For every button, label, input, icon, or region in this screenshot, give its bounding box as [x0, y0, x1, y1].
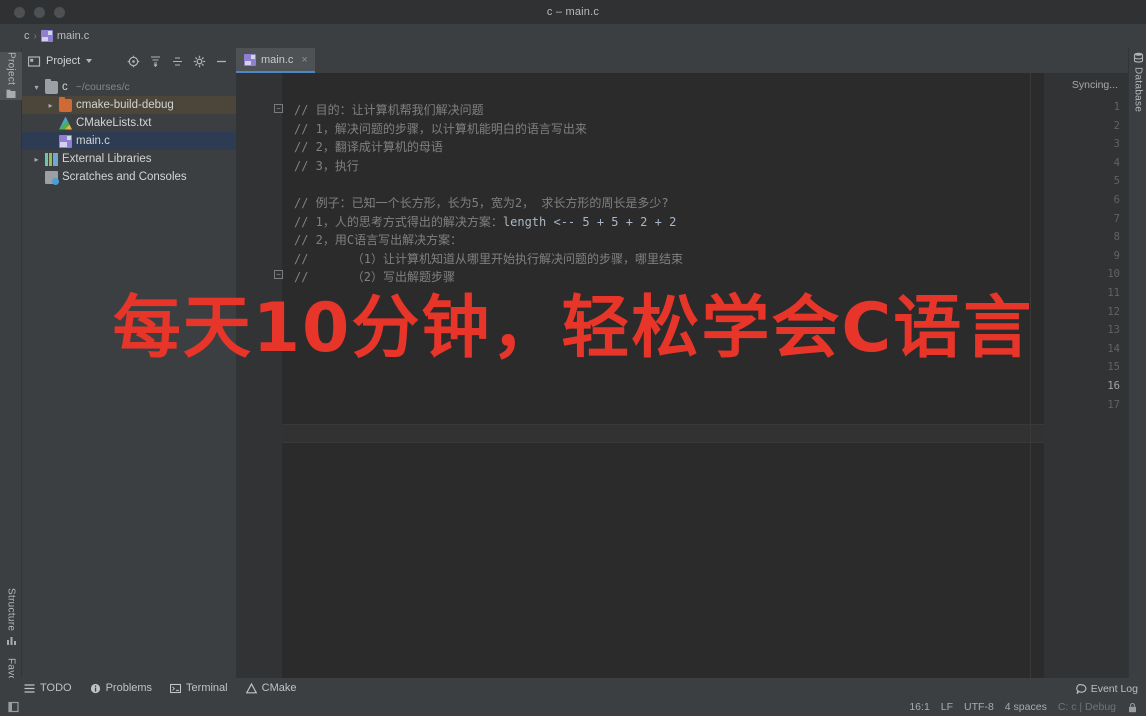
line-separator[interactable]: LF: [941, 701, 953, 713]
code-editor[interactable]: Syncing... 1 2 3 4 5 6 7 8 9 10 11 12 13 14 15 16 17 − −…: [236, 73, 1128, 678]
file-encoding[interactable]: UTF-8: [964, 701, 994, 713]
status-bar-right: 16:1 LF UTF-8 4 spaces C: c | Debug: [909, 701, 1146, 713]
collapse-all-icon[interactable]: [171, 55, 184, 68]
overlay-headline: 每天10分钟，轻松学会C语言: [112, 289, 1034, 368]
event-log-label: Event Log: [1090, 683, 1138, 695]
info-icon: [90, 683, 101, 694]
breadcrumb-file[interactable]: main.c: [57, 30, 89, 42]
code-line[interactable]: // 2，翻译成计算机的母语: [294, 138, 443, 155]
event-log-button[interactable]: Event Log: [1075, 683, 1138, 695]
close-icon[interactable]: ×: [301, 54, 307, 66]
code-line[interactable]: // （1）让计算机知道从哪里开始执行解决问题的步骤，哪里结束: [294, 250, 683, 267]
editor-tab-main-c[interactable]: main.c ×: [236, 48, 315, 73]
tree-item-c-root[interactable]: ▾ c ~/courses/c: [22, 78, 236, 96]
tree-item-external-libraries[interactable]: ▸ External Libraries: [22, 150, 236, 168]
zoom-window-button[interactable]: [54, 6, 65, 18]
editor-tab-bar: main.c ×: [236, 48, 1128, 73]
tree-item-label: cmake-build-debug: [76, 99, 174, 111]
structure-icon: [6, 635, 17, 646]
tool-window-label: TODO: [40, 682, 72, 694]
minus-icon[interactable]: [215, 55, 228, 68]
folder-orange-icon: [59, 96, 72, 112]
breadcrumb-root[interactable]: c: [24, 30, 30, 42]
sidebar-tab-structure[interactable]: Structure: [0, 588, 22, 646]
tree-item-label: main.c: [76, 135, 110, 147]
expand-all-icon[interactable]: [149, 55, 162, 68]
close-window-button[interactable]: [14, 6, 25, 18]
target-icon[interactable]: [127, 55, 140, 68]
line-number-gutter[interactable]: [236, 73, 282, 678]
show-tool-windows-icon[interactable]: [0, 701, 20, 713]
navigation-bar: c › main.c c | Debug: [0, 24, 1146, 69]
list-icon: [24, 683, 35, 694]
tree-item-label: Scratches and Consoles: [62, 171, 187, 183]
tool-window-label: CMake: [261, 682, 297, 694]
code-line[interactable]: // 2，用C语言写出解决方案：: [294, 231, 462, 248]
bottom-tool-window-bar: TODO Problems Terminal CMake: [0, 678, 1146, 698]
project-tree[interactable]: ▾ c ~/courses/c ▸ cmake-build-debug CMak…: [22, 74, 236, 678]
tree-item-label: External Libraries: [62, 153, 152, 165]
lock-icon[interactable]: [1127, 702, 1138, 713]
ide-window: c – main.c c › main.c c | Debug: [0, 0, 1146, 716]
tree-item-cmakelists[interactable]: CMakeLists.txt: [22, 114, 236, 132]
indent-setting[interactable]: 4 spaces: [1005, 701, 1047, 713]
tool-window-cmake[interactable]: CMake: [245, 682, 297, 694]
library-icon: [45, 152, 58, 166]
editor-tab-label: main.c: [261, 53, 294, 66]
code-text[interactable]: // 目的：让计算机帮我们解决问题 // 1，解决问题的步骤，以计算机能明白的语言…: [282, 73, 1128, 678]
code-line[interactable]: // 3，执行: [294, 157, 359, 174]
scratches-icon: [45, 170, 59, 185]
project-icon: [6, 89, 17, 100]
cmake-icon: [245, 682, 257, 694]
sidebar-tab-database-label: Database: [1132, 67, 1144, 113]
c-file-icon: [40, 30, 53, 42]
folder-icon: [45, 78, 58, 94]
project-panel-toolbar: [127, 55, 232, 68]
tree-item-path: ~/courses/c: [75, 81, 130, 93]
tool-window-label: Terminal: [186, 682, 228, 694]
status-bar: 16:1 LF UTF-8 4 spaces C: c | Debug: [0, 698, 1146, 716]
c-file-icon: [59, 134, 72, 148]
sidebar-tab-structure-label: Structure: [5, 588, 17, 632]
tool-window-terminal[interactable]: Terminal: [170, 682, 228, 694]
gear-icon[interactable]: [193, 55, 206, 68]
sidebar-tab-project-label: Project: [5, 52, 17, 86]
c-file-icon: [244, 53, 256, 66]
chevron-down-icon[interactable]: ▾: [32, 83, 41, 92]
chevron-right-icon[interactable]: ▸: [32, 155, 41, 164]
tool-window-todo[interactable]: TODO: [24, 682, 72, 694]
chevron-right-icon[interactable]: ▸: [46, 101, 55, 110]
balloon-icon: [1075, 683, 1087, 695]
code-line[interactable]: // 目的：让计算机帮我们解决问题: [294, 101, 484, 118]
tree-item-scratches-and-consoles[interactable]: Scratches and Consoles: [22, 168, 236, 186]
minimize-window-button[interactable]: [34, 6, 45, 18]
sidebar-tab-project[interactable]: Project: [0, 52, 22, 101]
breadcrumb[interactable]: c › main.c: [24, 30, 89, 42]
build-context[interactable]: C: c | Debug: [1058, 701, 1116, 713]
code-line[interactable]: // 1，人的思考方式得出的解决方案：length <-- 5 + 5 + 2 …: [294, 213, 676, 230]
caret-position[interactable]: 16:1: [909, 701, 929, 713]
project-icon: [28, 55, 41, 68]
tree-item-main-c[interactable]: main.c: [22, 132, 236, 150]
title-bar: c – main.c: [0, 0, 1146, 24]
database-icon: [1133, 52, 1144, 63]
project-panel-header: Project: [22, 48, 236, 74]
tree-item-label: c: [62, 81, 68, 93]
code-line[interactable]: // 例子：已知一个长方形，长为5，宽为2， 求长方形的周长是多少?: [294, 194, 669, 211]
code-line[interactable]: // 1，解决问题的步骤，以计算机能明白的语言写出来: [294, 120, 587, 137]
tool-window-problems[interactable]: Problems: [90, 682, 152, 694]
sidebar-tab-database[interactable]: Database: [1129, 52, 1146, 112]
project-panel-title: Project: [46, 55, 81, 67]
window-controls[interactable]: [14, 0, 65, 24]
terminal-icon: [170, 683, 182, 694]
tool-window-label: Problems: [105, 682, 153, 694]
tree-item-label: CMakeLists.txt: [76, 117, 152, 129]
cmake-file-icon: [59, 116, 72, 130]
project-scope-chevron-down-icon[interactable]: [86, 59, 93, 63]
window-title: c – main.c: [546, 6, 600, 18]
breadcrumb-separator-icon: ›: [33, 30, 37, 42]
tree-item-cmake-build-debug[interactable]: ▸ cmake-build-debug: [22, 96, 236, 114]
